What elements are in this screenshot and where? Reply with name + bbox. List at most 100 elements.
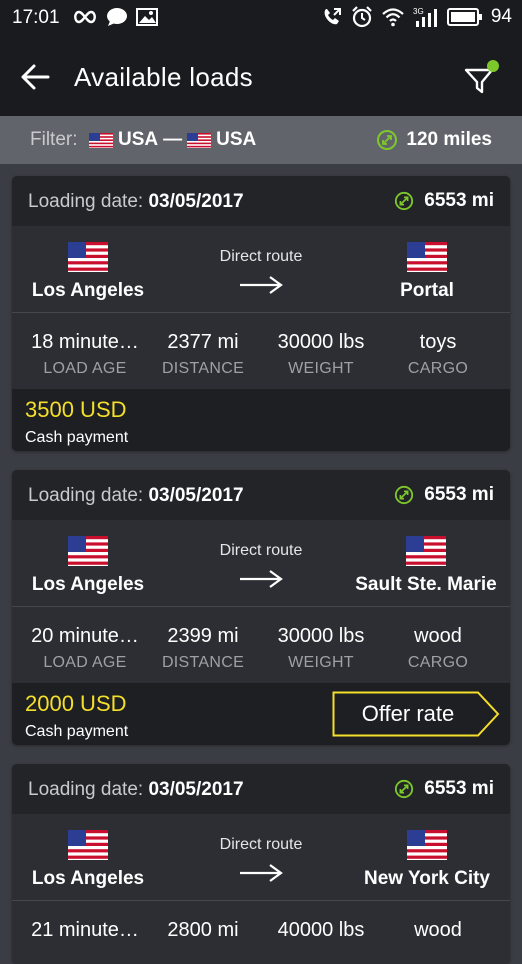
card-header: Loading date: 03/05/2017 6553 mi [12, 176, 510, 226]
us-flag-icon [68, 536, 108, 566]
us-flag-icon [407, 242, 447, 272]
battery-percent: 94 [490, 6, 512, 27]
weight-value: 30000 lbs [277, 625, 365, 647]
us-flag-icon [187, 132, 212, 148]
loading-date: Loading date: 03/05/2017 [28, 779, 244, 801]
route-row: Los Angeles Direct route New York City [12, 814, 510, 900]
destination-city: Sault Ste. Marie [355, 574, 497, 595]
origin-city: Los Angeles [31, 868, 145, 889]
filter-funnel-icon[interactable] [462, 58, 502, 98]
status-time: 17:01 [12, 7, 60, 28]
price-row: 3500 USD Cash payment [12, 389, 510, 451]
svg-text:3G: 3G [413, 7, 424, 16]
stat-distance: 2800 mi [143, 901, 263, 942]
origin-city: Los Angeles [31, 574, 145, 595]
stat-distance: 2377 mi DISTANCE [143, 313, 263, 378]
loading-date-value: 03/05/2017 [148, 191, 244, 212]
load-stats: 18 minute… LOAD AGE 2377 mi DISTANCE 30000… [12, 313, 510, 389]
price: 2000 USD [25, 691, 127, 716]
load-age-label: LOAD AGE [43, 360, 127, 377]
stat-load-age: 20 minute… LOAD AGE [25, 607, 145, 672]
call-forward-icon [324, 8, 341, 25]
route-type: Direct route [219, 248, 303, 265]
load-age-value: 18 minute… [31, 331, 139, 353]
page-title: Available loads [74, 62, 253, 92]
stat-distance: 2399 mi DISTANCE [143, 607, 263, 672]
mileage: 6553 mi [394, 484, 494, 506]
arrow-right-icon [240, 570, 283, 588]
distance-value: 2377 mi [167, 331, 239, 353]
filter-to-country: USA [216, 129, 257, 150]
status-system-icons: 3G 94 [321, 6, 512, 28]
mileage-value: 6553 mi [424, 484, 494, 505]
destination-city: New York City [363, 868, 490, 889]
card-header: Loading date: 03/05/2017 6553 mi [12, 470, 510, 520]
weight-value: 30000 lbs [277, 331, 365, 353]
filter-bar[interactable]: Filter: USA — USA 120 miles [0, 116, 522, 164]
route-type: Direct route [219, 542, 303, 559]
status-bar: 17:01 3G 94 [0, 0, 522, 36]
loading-date-label: Loading date: [28, 485, 144, 506]
stat-cargo: wood [378, 901, 498, 942]
load-card[interactable]: Loading date: 03/05/2017 6553 mi Los Ang… [12, 764, 510, 964]
distance-label: DISTANCE [161, 360, 245, 377]
stat-cargo: wood CARGO [378, 607, 498, 672]
offer-rate-label: Offer rate [361, 701, 455, 726]
stat-load-age: 18 minute… LOAD AGE [25, 313, 145, 378]
infinity-icon [74, 10, 96, 24]
arrow-right-icon [240, 276, 283, 294]
signal-3g-icon: 3G [413, 7, 437, 27]
filter-radius: 120 miles [376, 129, 492, 151]
distance-value: 2399 mi [167, 625, 239, 647]
load-age-value: 21 minute… [31, 919, 139, 941]
filter-route: USA — USA [89, 129, 256, 151]
stat-cargo: toys CARGO [378, 313, 498, 378]
origin: Los Angeles [12, 226, 164, 302]
cargo-value: toys [419, 331, 457, 353]
weight-label: WEIGHT [288, 360, 354, 377]
weight-value: 40000 lbs [277, 919, 365, 941]
load-card[interactable]: Loading date: 03/05/2017 6553 mi Los Ang… [12, 176, 510, 451]
load-age-value: 20 minute… [31, 625, 139, 647]
app-bar: Available loads [0, 36, 522, 116]
filter-radius-value: 120 miles [406, 129, 492, 150]
route-row: Los Angeles Direct route Sault Ste. Mari… [12, 520, 510, 606]
mileage-value: 6553 mi [424, 778, 494, 799]
filter-label: Filter: [30, 129, 78, 150]
cargo-value: wood [414, 919, 462, 941]
cargo-label: CARGO [407, 654, 469, 671]
price: 3500 USD [25, 397, 127, 422]
wifi-icon [382, 8, 404, 27]
us-flag-icon [89, 132, 113, 148]
load-stats: 21 minute… 2800 mi 40000 lbs wood [12, 901, 510, 964]
origin: Los Angeles [12, 520, 164, 596]
weight-label: WEIGHT [288, 654, 354, 671]
stat-load-age: 21 minute… [25, 901, 145, 942]
us-flag-icon [407, 830, 447, 860]
load-stats: 20 minute… LOAD AGE 2399 mi DISTANCE 30000… [12, 607, 510, 683]
filter-from-country: USA [118, 129, 159, 150]
radius-compass-icon [395, 779, 414, 799]
payment-method: Cash payment [25, 723, 129, 740]
price-row: 2000 USD Cash payment Offer rate [12, 683, 510, 745]
mileage-value: 6553 mi [424, 190, 494, 211]
stat-weight: 30000 lbs WEIGHT [261, 313, 381, 378]
cargo-label: CARGO [407, 360, 469, 377]
loading-date-label: Loading date: [28, 191, 144, 212]
offer-rate-button[interactable]: Offer rate [332, 691, 500, 737]
destination: Sault Ste. Marie [336, 520, 510, 596]
loading-date-value: 03/05/2017 [148, 779, 244, 800]
chat-bubble-icon [107, 8, 127, 26]
loading-date-label: Loading date: [28, 779, 144, 800]
route-info: Direct route [196, 248, 326, 296]
route-info: Direct route [196, 542, 326, 590]
route-type: Direct route [219, 836, 303, 853]
stat-weight: 30000 lbs WEIGHT [261, 607, 381, 672]
destination: New York City [344, 814, 510, 890]
route-info: Direct route [196, 836, 326, 884]
mileage: 6553 mi [394, 190, 494, 212]
load-card[interactable]: Loading date: 03/05/2017 6553 mi Los Ang… [12, 470, 510, 745]
distance-label: DISTANCE [161, 654, 245, 671]
back-arrow-icon[interactable] [18, 60, 52, 94]
stat-weight: 40000 lbs [261, 901, 381, 942]
